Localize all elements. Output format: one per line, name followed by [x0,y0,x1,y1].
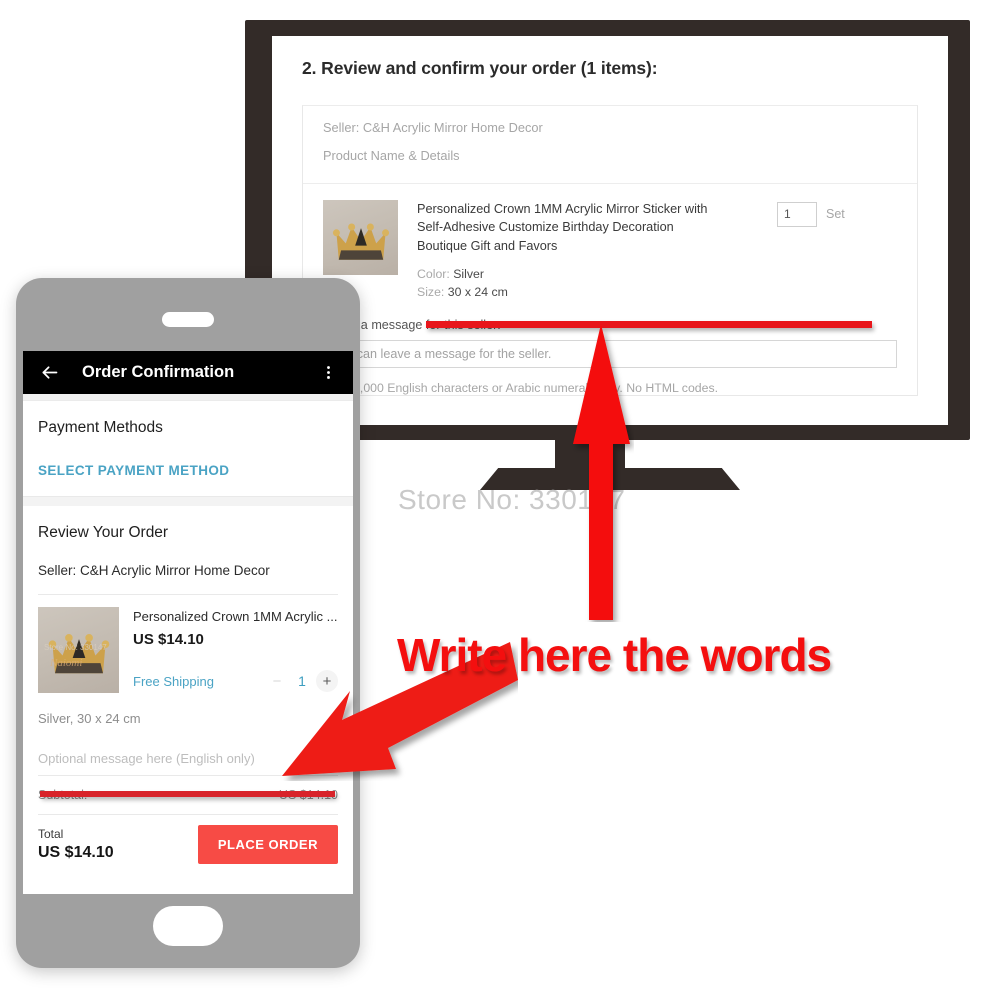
desktop-input-highlight-underline [426,321,872,328]
section-gap [23,497,353,506]
color-label: Color: [417,267,450,282]
payment-methods-section: Payment Methods SELECT PAYMENT METHOD [23,401,353,496]
mobile-input-highlight-underline [40,791,335,797]
place-order-button[interactable]: PLACE ORDER [197,825,338,864]
phone-home-button[interactable] [153,906,223,946]
mobile-screen: Order Confirmation Payment Methods SELEC… [23,351,353,894]
mobile-phone-mockup: Order Confirmation Payment Methods SELEC… [16,278,360,968]
review-order-heading: Review Your Order [38,524,169,541]
mobile-appbar: Order Confirmation [23,351,353,394]
arrow-up-annotation [573,324,630,620]
screenshot-stage: 2. Review and confirm your order (1 item… [0,0,1000,1000]
desktop-seller-line: Seller: C&H Acrylic Mirror Home Decor [323,120,543,135]
crown-icon [48,634,109,674]
free-shipping-label: Free Shipping [133,673,214,689]
desktop-column-header: Product Name & Details [323,148,460,163]
annotation-text: Write here the words [397,629,832,681]
mobile-seller-line[interactable]: Seller: C&H Acrylic Mirror Home Decor [38,542,338,594]
thumbnail-watermark-store: Store No: 330147 [44,643,107,653]
desktop-product-title[interactable]: Personalized Crown 1MM Acrylic Mirror St… [417,200,717,255]
total-value: US $14.10 [38,844,114,861]
mobile-page-title: Order Confirmation [82,363,235,381]
select-payment-method-link[interactable]: SELECT PAYMENT METHOD [38,437,338,496]
size-value: 30 x 24 cm [447,284,508,299]
product-row: Personalized Crown 1MM Acrylic Mirror St… [303,184,917,301]
more-vertical-icon[interactable] [320,364,337,381]
appbar-shadow [23,394,353,401]
color-value: Silver [453,267,484,282]
phone-earpiece [162,312,214,327]
size-label: Size: [417,284,445,299]
mobile-product-thumbnail[interactable]: Store No: 330147 Naiomi [38,607,119,693]
total-label: Total [38,827,64,841]
total-block: Total US $14.10 [38,827,114,862]
arrow-left-icon[interactable] [39,362,60,383]
order-total-bar: Total US $14.10 PLACE ORDER [38,815,338,876]
desktop-quantity-unit: Set [826,207,845,221]
product-thumbnail[interactable] [323,200,398,275]
desktop-page-title: 2. Review and confirm your order (1 item… [302,58,658,78]
payment-methods-heading: Payment Methods [38,419,163,436]
mobile-product-title[interactable]: Personalized Crown 1MM Acrylic ... [133,607,338,624]
crown-icon [332,222,389,260]
desktop-quantity-input[interactable]: 1 [777,202,817,227]
thumbnail-watermark-brand: Naiomi [50,656,83,669]
